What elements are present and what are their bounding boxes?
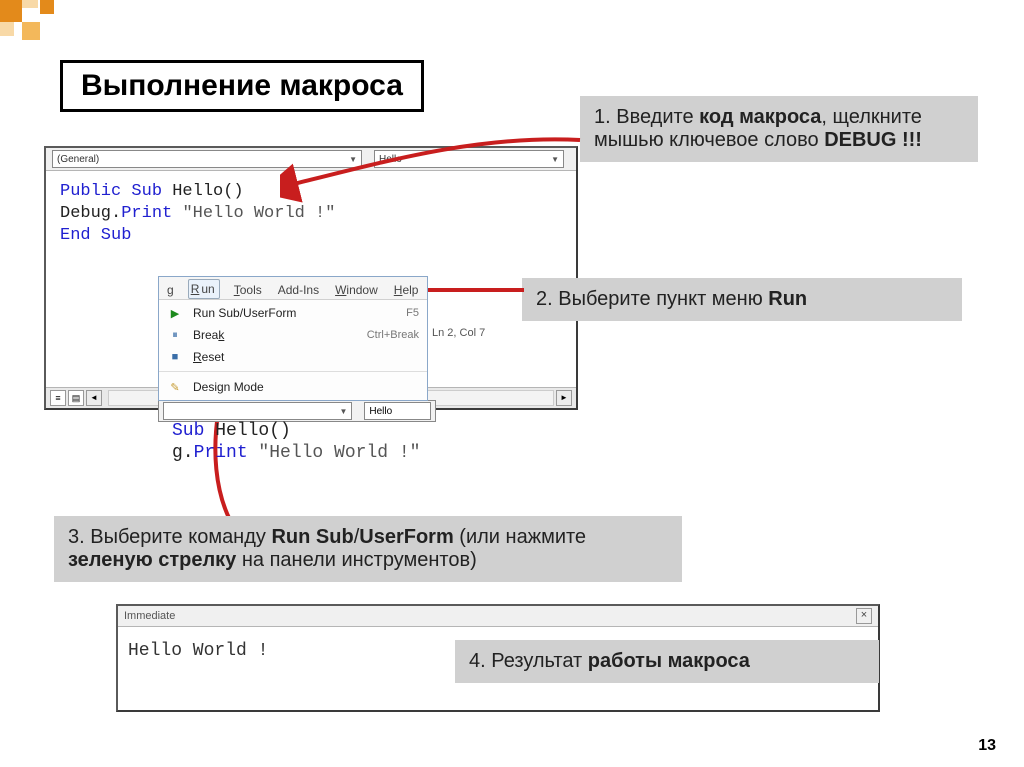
code-line: Public Sub Hello() [60,181,562,203]
callout-step4: 4. Результат работы макроса [455,640,879,683]
menu-item-addins[interactable]: Add-Ins [276,281,321,299]
procedure-dropdown-value: Hello [379,154,402,165]
callout-step1: 1. Введите код макроса, щелкните мышью к… [580,96,978,162]
scroll-right-arrow-icon[interactable]: ► [556,390,572,406]
object-dropdown-value: (General) [57,154,99,165]
menu-shortcut: Ctrl+Break [367,329,419,341]
callout-step3: 3. Выберите команду Run Sub/UserForm (ил… [54,516,682,582]
run-menu-dropdown: g Run Tools Add-Ins Window Help ▶ Run Su… [158,276,428,401]
menu-label: Design Mode [193,380,409,394]
object-dropdown[interactable]: ▼ [163,402,352,420]
stop-icon: ■ [167,349,183,365]
code-window-topbar: (General) ▼ Hello ▼ [46,148,576,171]
code-line: Debug.Print "Hello World !" [60,203,562,225]
object-dropdown[interactable]: (General) ▼ [52,150,362,168]
menu-run-sub-userform[interactable]: ▶ Run Sub/UserForm F5 [159,302,427,324]
decor-square [22,0,38,8]
chevron-down-icon: ▼ [339,407,347,416]
menu-shortcut: F5 [406,307,419,319]
menu-label: Reset [193,350,409,364]
procedure-dropdown[interactable]: Hello ▼ [374,150,564,168]
close-icon[interactable]: × [856,608,872,624]
code-editor-2: Sub Hello() g.Print "Hello World !" [172,420,420,464]
decor-square [0,22,14,36]
callout-step2: 2. Выберите пункт меню Run [522,278,962,321]
menu-label: Break [193,328,357,342]
menu-item-window[interactable]: Window [333,281,380,299]
code-line: g.Print "Hello World !" [172,442,420,464]
view-full-module-btn[interactable]: ≡ [50,390,66,406]
view-procedure-btn[interactable]: ▤ [68,390,84,406]
immediate-title-text: Immediate [124,610,175,622]
decor-square [0,0,22,22]
code-editor[interactable]: Public Sub Hello() Debug.Print "Hello Wo… [46,171,576,257]
decor-square [40,0,54,14]
menu-item-help[interactable]: Help [392,281,421,299]
menu-item-run[interactable]: Run [188,279,220,299]
scroll-left-arrow-icon[interactable]: ◄ [86,390,102,406]
pause-icon: ⏸ [167,327,183,343]
code-window-topbar-2: ▼ Hello [158,400,436,422]
procedure-dropdown[interactable]: Hello [364,402,431,420]
menu-design-mode[interactable]: ✎ Design Mode [159,376,427,398]
play-icon: ▶ [167,305,183,321]
chevron-down-icon: ▼ [349,155,357,164]
menu-label: Run Sub/UserForm [193,306,396,320]
menu-item-g[interactable]: g [165,281,176,299]
slide-title: Выполнение макроса [60,60,424,112]
run-menu-items: ▶ Run Sub/UserForm F5 ⏸ Break Ctrl+Break… [159,300,427,400]
decor-square [22,22,40,40]
menu-reset[interactable]: ■ Reset [159,346,427,368]
immediate-titlebar: Immediate × [118,606,878,627]
status-line-col: Ln 2, Col 7 [432,327,485,339]
menu-break[interactable]: ⏸ Break Ctrl+Break [159,324,427,346]
chevron-down-icon: ▼ [551,155,559,164]
page-number: 13 [978,737,996,755]
menu-separator [159,371,427,373]
menu-item-tools[interactable]: Tools [232,281,264,299]
code-line: Sub Hello() [172,420,420,442]
design-icon: ✎ [167,379,183,395]
vbe-menubar: g Run Tools Add-Ins Window Help [159,277,427,300]
code-line: End Sub [60,225,562,247]
